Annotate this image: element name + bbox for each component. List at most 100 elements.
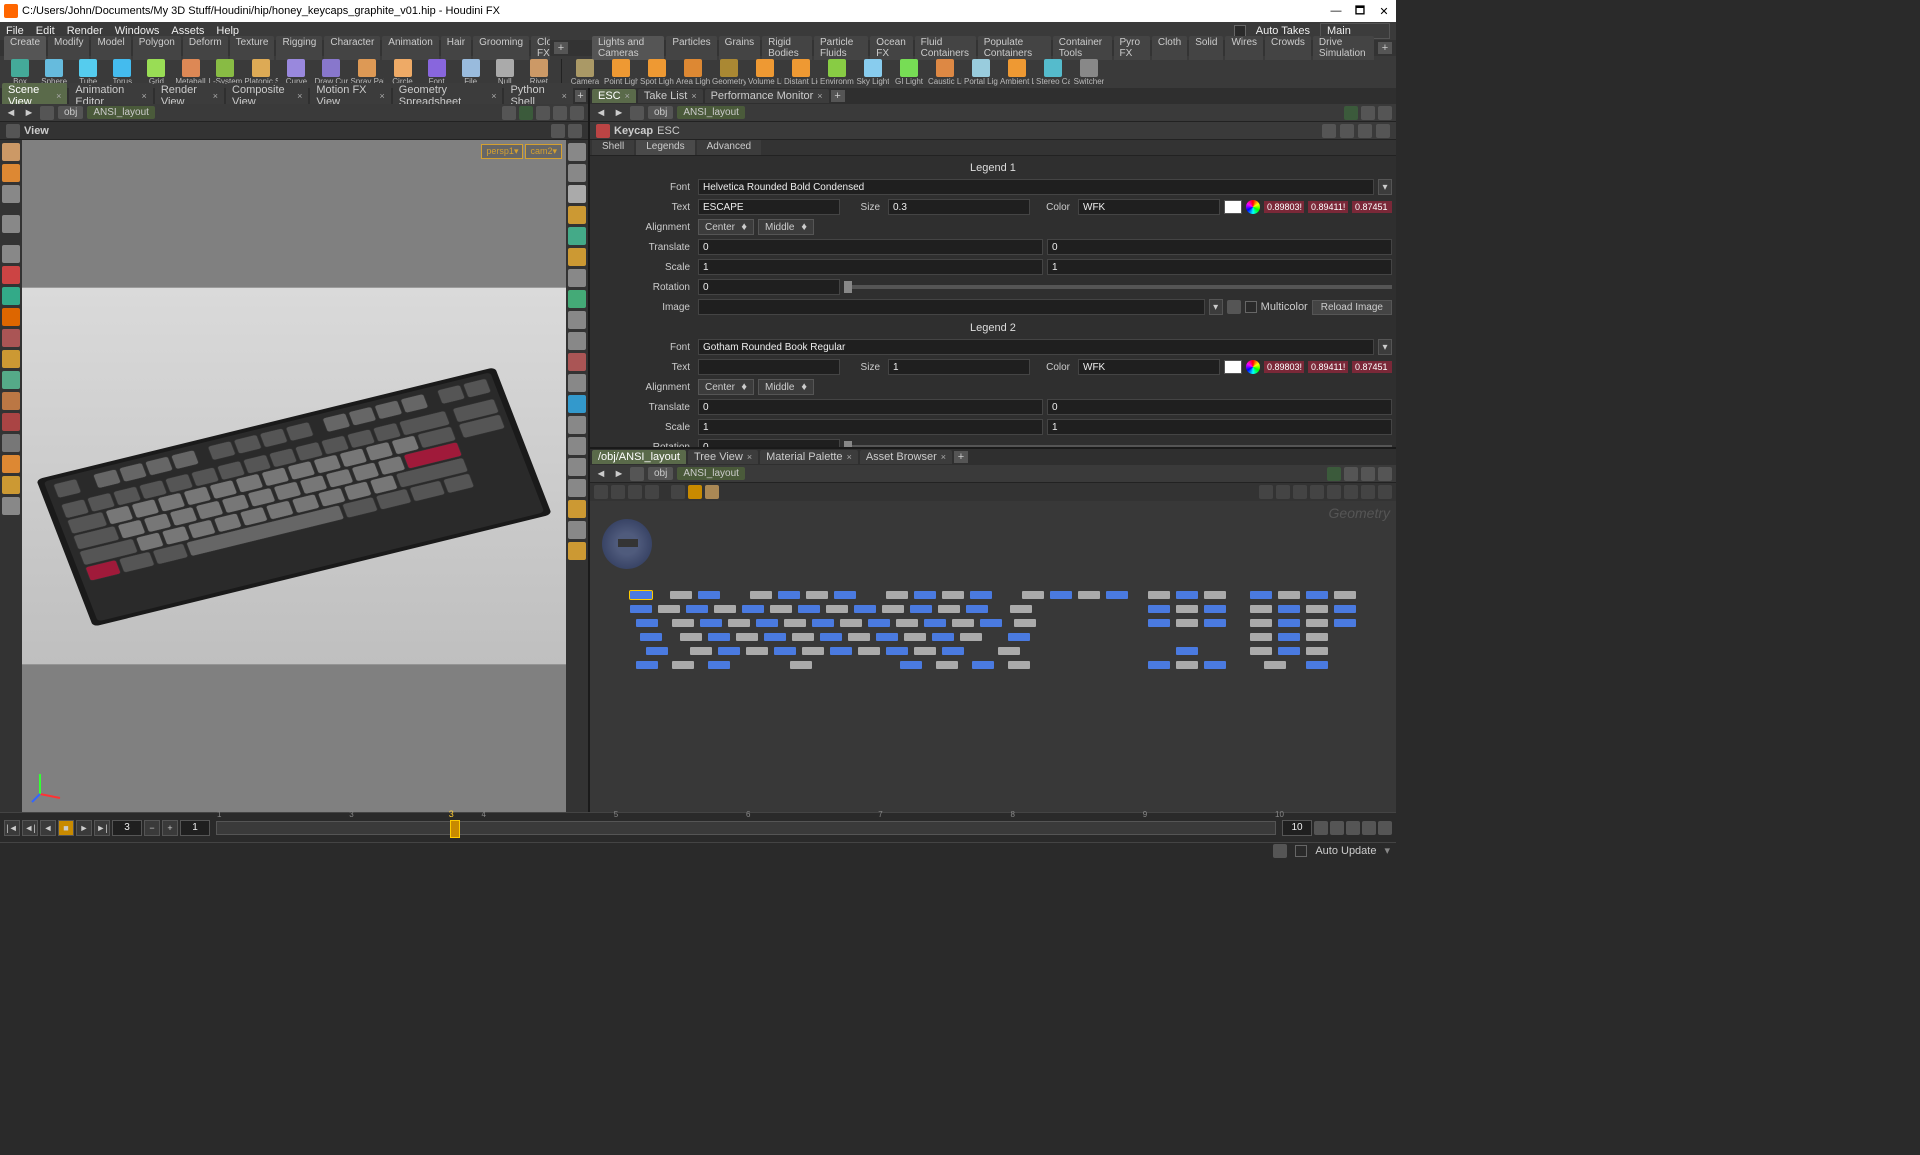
network-node[interactable] bbox=[1148, 661, 1170, 669]
display-option-btn[interactable] bbox=[568, 395, 586, 413]
network-node[interactable] bbox=[708, 661, 730, 669]
net-r1-icon[interactable] bbox=[1259, 485, 1273, 499]
color-r[interactable]: 0.89803! bbox=[1264, 201, 1304, 213]
tool-btn[interactable] bbox=[2, 350, 20, 368]
net-view-grid-icon[interactable] bbox=[611, 485, 625, 499]
network-node[interactable] bbox=[1204, 661, 1226, 669]
pane-tab[interactable]: Take List× bbox=[638, 89, 703, 103]
rotation-input[interactable] bbox=[698, 279, 840, 295]
param-path-layout[interactable]: ANSI_layout bbox=[677, 106, 745, 119]
display-option-btn[interactable] bbox=[568, 227, 586, 245]
network-node[interactable] bbox=[1204, 619, 1226, 627]
network-node[interactable] bbox=[806, 591, 828, 599]
net-cfg1[interactable] bbox=[1327, 467, 1341, 481]
camera-badge-cam2[interactable]: cam2▾ bbox=[525, 144, 562, 159]
tool-btn[interactable] bbox=[2, 185, 20, 203]
network-node[interactable] bbox=[1278, 619, 1300, 627]
network-node[interactable] bbox=[640, 633, 662, 641]
frame-start-input[interactable] bbox=[180, 820, 210, 836]
close-icon[interactable]: × bbox=[941, 452, 946, 462]
network-node[interactable] bbox=[746, 647, 768, 655]
shelf-tab[interactable]: Texture bbox=[230, 36, 275, 60]
close-icon[interactable]: × bbox=[747, 452, 752, 462]
align-v-dropdown[interactable]: Middle ♦ bbox=[758, 379, 814, 395]
image-dropdown[interactable]: ▾ bbox=[1209, 299, 1223, 315]
add-tab[interactable]: + bbox=[831, 90, 845, 102]
view-snapshot-icon[interactable] bbox=[568, 124, 582, 138]
close-icon[interactable]: × bbox=[380, 91, 385, 101]
network-node[interactable] bbox=[980, 619, 1002, 627]
network-node[interactable] bbox=[1250, 605, 1272, 613]
tool-btn[interactable] bbox=[2, 371, 20, 389]
network-node[interactable] bbox=[1306, 633, 1328, 641]
network-node[interactable] bbox=[936, 661, 958, 669]
network-node[interactable] bbox=[690, 647, 712, 655]
pane-tab[interactable]: Material Palette× bbox=[760, 450, 858, 464]
network-node[interactable] bbox=[1278, 647, 1300, 655]
reload-image-button[interactable]: Reload Image bbox=[1312, 300, 1392, 315]
close-icon[interactable]: × bbox=[691, 91, 696, 101]
text-input[interactable] bbox=[698, 199, 840, 215]
network-node[interactable] bbox=[952, 619, 974, 627]
close-icon[interactable]: × bbox=[817, 91, 822, 101]
network-node[interactable] bbox=[840, 619, 862, 627]
net-r2-icon[interactable] bbox=[1276, 485, 1290, 499]
tl-loop-icon[interactable] bbox=[1362, 821, 1376, 835]
path-layout[interactable]: ANSI_layout bbox=[87, 106, 155, 119]
close-icon[interactable]: × bbox=[142, 91, 147, 101]
viewport-pin-icon[interactable] bbox=[553, 106, 567, 120]
tool-btn[interactable] bbox=[2, 287, 20, 305]
param-path-home[interactable] bbox=[630, 106, 644, 120]
scale-y[interactable] bbox=[1047, 419, 1392, 435]
net-max-icon[interactable] bbox=[1378, 467, 1392, 481]
shelf-add-right[interactable]: + bbox=[1378, 42, 1392, 54]
shelf-item[interactable]: Platonic Sol.. bbox=[244, 59, 278, 86]
file-browse-icon[interactable] bbox=[1227, 300, 1241, 314]
network-node[interactable] bbox=[672, 661, 694, 669]
rotation-slider[interactable] bbox=[844, 285, 1392, 289]
viewport-cfg2[interactable] bbox=[519, 106, 533, 120]
display-option-btn[interactable] bbox=[568, 374, 586, 392]
shelf-item[interactable]: Grid bbox=[140, 59, 172, 86]
shelf-item[interactable]: Environmen.. bbox=[820, 59, 854, 86]
shelf-tab[interactable]: Hair bbox=[441, 36, 471, 60]
network-node[interactable] bbox=[718, 647, 740, 655]
tl-last[interactable]: ►| bbox=[94, 820, 110, 836]
network-node[interactable] bbox=[770, 605, 792, 613]
net-gear-icon[interactable] bbox=[1378, 485, 1392, 499]
path-obj[interactable]: obj bbox=[58, 106, 83, 119]
network-node[interactable] bbox=[728, 619, 750, 627]
network-node[interactable] bbox=[820, 633, 842, 641]
network-node[interactable] bbox=[942, 647, 964, 655]
net-r3-icon[interactable] bbox=[1293, 485, 1307, 499]
shelf-tab[interactable]: Rigging bbox=[276, 36, 322, 60]
network-node[interactable] bbox=[938, 605, 960, 613]
param-tab-shell[interactable]: Shell bbox=[592, 140, 634, 155]
scale-y[interactable] bbox=[1047, 259, 1392, 275]
frame-current-input[interactable] bbox=[112, 820, 142, 836]
nav-fwd[interactable]: ► bbox=[22, 107, 36, 119]
param-tab-legends[interactable]: Legends bbox=[636, 140, 694, 155]
network-node[interactable] bbox=[680, 633, 702, 641]
network-node[interactable] bbox=[714, 605, 736, 613]
shelf-item[interactable]: Box bbox=[4, 59, 36, 86]
scale-x[interactable] bbox=[698, 259, 1043, 275]
shelf-item[interactable]: Stereo Cam.. bbox=[1036, 59, 1070, 86]
shelf-tab[interactable]: Populate Containers bbox=[978, 36, 1051, 60]
shelf-item[interactable]: Tube bbox=[72, 59, 104, 86]
network-node[interactable] bbox=[778, 591, 800, 599]
tl-minus[interactable]: − bbox=[144, 820, 160, 836]
viewport-cfg1[interactable] bbox=[502, 106, 516, 120]
tl-plus[interactable]: + bbox=[162, 820, 178, 836]
network-node[interactable] bbox=[1050, 591, 1072, 599]
shelf-item[interactable]: GI Light bbox=[892, 59, 926, 86]
font-input[interactable] bbox=[698, 179, 1374, 195]
color-r[interactable]: 0.89803! bbox=[1264, 361, 1304, 373]
network-node[interactable] bbox=[812, 619, 834, 627]
network-node[interactable] bbox=[764, 633, 786, 641]
align-v-dropdown[interactable]: Middle ♦ bbox=[758, 219, 814, 235]
close-icon[interactable]: × bbox=[491, 91, 496, 101]
network-node[interactable] bbox=[1106, 591, 1128, 599]
display-option-btn[interactable] bbox=[568, 206, 586, 224]
shelf-tab[interactable]: Character bbox=[324, 36, 380, 60]
